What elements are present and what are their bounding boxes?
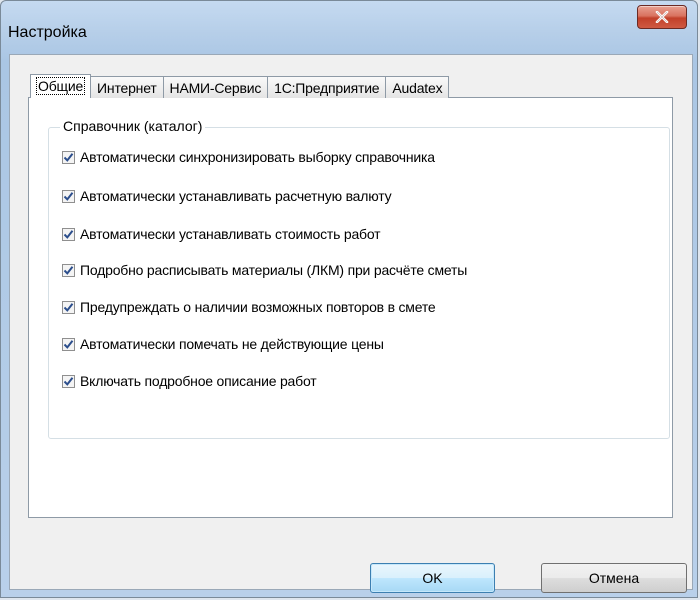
option-checkbox[interactable]	[62, 227, 75, 241]
option-row[interactable]: Подробно расписывать материалы (ЛКМ) при…	[62, 261, 467, 279]
option-checkbox[interactable]	[62, 150, 75, 164]
tab-audatex[interactable]: Audatex	[385, 76, 450, 98]
option-checkbox[interactable]	[62, 189, 75, 203]
option-row[interactable]: Автоматически устанавливать расчетную ва…	[62, 187, 392, 205]
option-row[interactable]: Включать подробное описание работ	[62, 372, 317, 390]
option-row[interactable]: Автоматически помечать не действующие це…	[62, 335, 384, 353]
checkmark-icon	[63, 191, 74, 201]
catalog-groupbox	[48, 127, 670, 439]
option-label: Автоматически помечать не действующие це…	[80, 336, 384, 352]
option-label: Автоматически устанавливать стоимость ра…	[80, 226, 381, 242]
checkmark-icon	[63, 152, 74, 162]
tab-general[interactable]: Общие	[30, 74, 92, 98]
tab-audatex-label: Audatex	[392, 80, 443, 96]
option-label: Включать подробное описание работ	[80, 373, 317, 389]
tab-1c-enterprise[interactable]: 1С:Предприятие	[267, 76, 387, 98]
tab-nami-service[interactable]: НАМИ-Сервис	[162, 76, 269, 98]
option-label: Предупреждать о наличии возможных повтор…	[80, 299, 436, 315]
option-checkbox[interactable]	[62, 374, 75, 388]
tab-nami-service-label: НАМИ-Сервис	[169, 80, 262, 96]
checkmark-icon	[63, 302, 74, 312]
close-button[interactable]	[637, 5, 687, 29]
tab-1c-enterprise-label: 1С:Предприятие	[274, 80, 380, 96]
option-checkbox[interactable]	[62, 263, 75, 277]
option-row[interactable]: Предупреждать о наличии возможных повтор…	[62, 298, 436, 316]
title-bar[interactable]	[1, 1, 697, 31]
tab-strip: Общие Интернет НАМИ-Сервис 1С:Предприяти…	[28, 74, 450, 98]
checkmark-icon	[63, 265, 74, 275]
cancel-button[interactable]: Отмена	[541, 563, 687, 593]
checkmark-icon	[63, 339, 74, 349]
tab-internet-label: Интернет	[97, 80, 157, 96]
tab-general-label: Общие	[35, 77, 86, 95]
option-checkbox[interactable]	[62, 337, 75, 351]
option-label: Автоматически устанавливать расчетную ва…	[80, 188, 392, 204]
option-label: Автоматически синхронизировать выборку с…	[80, 149, 435, 165]
catalog-group-label: Справочник (каталог)	[60, 118, 206, 134]
checkmark-icon	[63, 376, 74, 386]
option-label: Подробно расписывать материалы (ЛКМ) при…	[80, 262, 468, 278]
option-checkbox[interactable]	[62, 300, 75, 314]
close-icon	[655, 11, 669, 23]
tab-internet[interactable]: Интернет	[90, 76, 164, 98]
checkmark-icon	[63, 229, 74, 239]
window-title: Настройка	[8, 24, 87, 41]
option-row[interactable]: Автоматически синхронизировать выборку с…	[62, 148, 435, 166]
ok-button[interactable]: OK	[370, 563, 495, 593]
option-row[interactable]: Автоматически устанавливать стоимость ра…	[62, 225, 381, 243]
